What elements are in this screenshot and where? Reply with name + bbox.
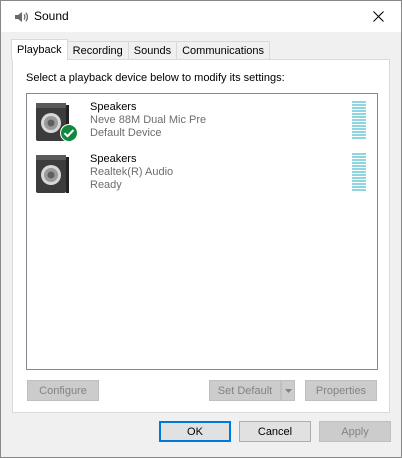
window-title: Sound — [34, 9, 69, 23]
chevron-down-icon — [284, 388, 292, 393]
device-description: Neve 88M Dual Mic Pre — [90, 114, 207, 126]
device-name: Speakers — [90, 153, 137, 165]
device-description: Realtek(R) Audio — [90, 166, 174, 178]
cancel-button[interactable]: Cancel — [239, 421, 311, 442]
tab-playback[interactable]: Playback — [11, 39, 68, 60]
level-meter — [352, 101, 366, 140]
title-bar[interactable]: Sound — [1, 1, 401, 32]
apply-button[interactable]: Apply — [319, 421, 391, 442]
cancel-label: Cancel — [257, 425, 293, 438]
device-item[interactable]: Speakers Neve 88M Dual Mic Pre Default D… — [27, 97, 377, 147]
tab-sounds[interactable]: Sounds — [127, 41, 178, 60]
default-device-check-icon — [60, 124, 78, 142]
playback-panel: Select a playback device below to modify… — [12, 59, 390, 413]
device-name: Speakers — [90, 101, 137, 113]
speaker-title-icon — [15, 12, 29, 22]
set-default-dropdown[interactable] — [281, 380, 295, 401]
device-item[interactable]: Speakers Realtek(R) Audio Ready — [27, 149, 377, 199]
set-default-label: Set Default — [217, 384, 273, 397]
close-icon — [372, 11, 384, 22]
ok-label: OK — [187, 425, 203, 438]
ok-button[interactable]: OK — [159, 421, 231, 442]
speaker-icon — [36, 155, 69, 193]
tab-recording[interactable]: Recording — [66, 41, 129, 60]
close-button[interactable] — [355, 1, 401, 32]
tab-strip: Playback Recording Sounds Communications — [11, 39, 271, 60]
configure-label: Configure — [39, 384, 87, 397]
device-list[interactable]: Speakers Neve 88M Dual Mic Pre Default D… — [26, 93, 378, 370]
properties-label: Properties — [315, 384, 367, 397]
tab-communications[interactable]: Communications — [176, 41, 271, 60]
device-info: Speakers Neve 88M Dual Mic Pre Default D… — [90, 101, 206, 140]
device-status: Default Device — [90, 127, 162, 139]
level-meter — [352, 153, 366, 192]
device-info: Speakers Realtek(R) Audio Ready — [90, 153, 173, 192]
sound-dialog: Sound Playback Recording Sounds Communic… — [0, 0, 402, 458]
instruction-text: Select a playback device below to modify… — [26, 72, 285, 84]
properties-button[interactable]: Properties — [305, 380, 377, 401]
configure-button[interactable]: Configure — [27, 380, 99, 401]
device-status: Ready — [90, 179, 122, 191]
set-default-button[interactable]: Set Default — [209, 380, 281, 401]
apply-label: Apply — [341, 425, 369, 438]
